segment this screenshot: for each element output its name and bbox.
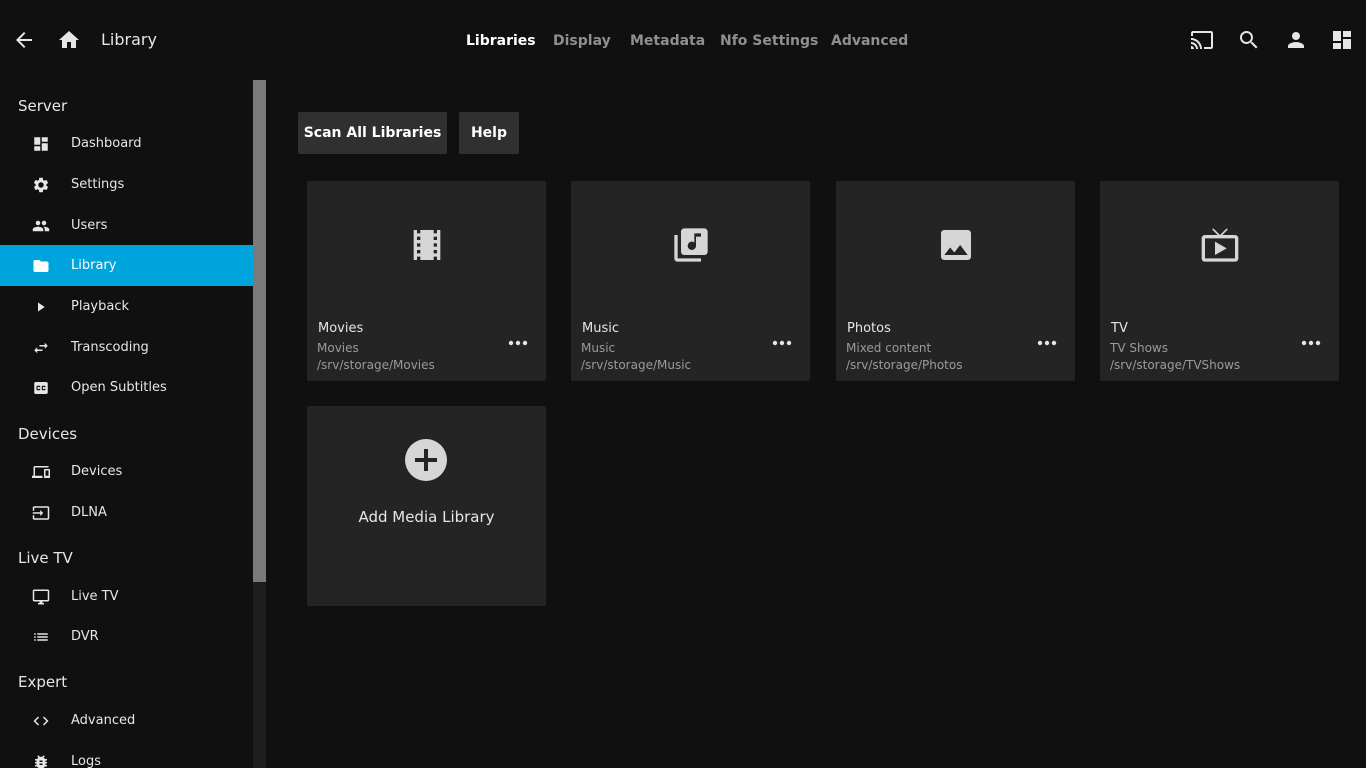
sidebar-item-label: Settings: [71, 176, 125, 192]
library-name: TV: [1111, 321, 1128, 336]
library-type: TV Shows: [1110, 341, 1168, 355]
swap-arrows-icon: [32, 339, 50, 357]
sidebar-item-label: Transcoding: [71, 339, 149, 355]
sidebar-item-label: Library: [71, 257, 117, 273]
people-icon: [32, 217, 50, 235]
sidebar-item-label: Devices: [71, 463, 123, 479]
devices-icon: [32, 463, 50, 481]
sidebar-item-label: Open Subtitles: [71, 379, 167, 395]
film-icon: [307, 225, 546, 265]
tab-display[interactable]: Display: [553, 31, 611, 51]
library-path: /srv/storage/TVShows: [1110, 358, 1241, 372]
play-icon: [32, 298, 50, 316]
library-type: Movies: [317, 341, 359, 355]
library-path: /srv/storage/Music: [581, 358, 692, 372]
sidebar-item-label: Dashboard: [71, 135, 142, 151]
sidebar-item-live-tv[interactable]: Live TV: [0, 576, 253, 617]
gear-icon: [32, 176, 50, 194]
input-icon: [32, 504, 50, 522]
tab-advanced[interactable]: Advanced: [831, 31, 908, 51]
more-options-icon[interactable]: [1037, 336, 1057, 350]
user-icon[interactable]: [1284, 28, 1308, 52]
section-title-devices: Devices: [18, 425, 78, 443]
tab-libraries[interactable]: Libraries: [466, 31, 536, 51]
sidebar-item-logs[interactable]: Logs: [0, 741, 253, 768]
sidebar-item-playback[interactable]: Playback: [0, 286, 253, 327]
tv-icon: [1100, 225, 1339, 265]
list-icon: [32, 628, 50, 646]
closed-caption-icon: [32, 379, 50, 397]
page-title: Library: [101, 30, 157, 49]
code-icon: [32, 712, 50, 730]
app-header: Library Libraries Display Metadata Nfo S…: [0, 0, 1366, 80]
help-button[interactable]: Help: [459, 112, 519, 154]
cast-icon[interactable]: [1190, 28, 1214, 52]
sidebar-item-dashboard[interactable]: Dashboard: [0, 123, 253, 164]
sidebar-item-users[interactable]: Users: [0, 205, 253, 246]
library-card-music[interactable]: Music Music /srv/storage/Music: [571, 181, 810, 381]
tab-metadata[interactable]: Metadata: [630, 31, 705, 51]
add-media-library-label: Add Media Library: [358, 508, 495, 526]
sidebar-item-label: Live TV: [71, 588, 119, 604]
folder-icon: [32, 257, 50, 275]
sidebar-item-dvr[interactable]: DVR: [0, 616, 253, 657]
scan-all-libraries-button[interactable]: Scan All Libraries: [298, 112, 447, 154]
sidebar-scrollbar-thumb[interactable]: [253, 80, 266, 582]
sidebar-item-transcoding[interactable]: Transcoding: [0, 327, 253, 368]
back-arrow-icon[interactable]: [12, 28, 36, 52]
sidebar-item-label: DVR: [71, 628, 99, 644]
library-card-movies[interactable]: Movies Movies /srv/storage/Movies: [307, 181, 546, 381]
more-options-icon[interactable]: [1301, 336, 1321, 350]
library-type: Music: [581, 341, 616, 355]
sidebar-item-label: Advanced: [71, 712, 136, 728]
sidebar: Server Dashboard Settings Users Library …: [0, 80, 266, 768]
monitor-icon: [32, 588, 50, 606]
sidebar-item-settings[interactable]: Settings: [0, 164, 253, 205]
sidebar-item-advanced[interactable]: Advanced: [0, 700, 253, 741]
sidebar-item-dlna[interactable]: DLNA: [0, 492, 253, 533]
dashboard-icon[interactable]: [1330, 28, 1354, 52]
library-type: Mixed content: [846, 341, 932, 355]
home-icon[interactable]: [57, 28, 81, 52]
add-media-library-card[interactable]: Add Media Library: [307, 406, 546, 606]
library-name: Movies: [318, 321, 364, 336]
sidebar-item-label: Logs: [71, 753, 101, 768]
library-path: /srv/storage/Photos: [846, 358, 963, 372]
sidebar-item-library[interactable]: Library: [0, 245, 253, 286]
sidebar-item-label: Playback: [71, 298, 130, 314]
dashboard-icon: [32, 135, 50, 153]
more-options-icon[interactable]: [772, 336, 792, 350]
library-name: Music: [582, 321, 619, 336]
add-circle-icon: [405, 439, 447, 481]
more-options-icon[interactable]: [508, 336, 528, 350]
music-library-icon: [571, 225, 810, 265]
sidebar-item-label: DLNA: [71, 504, 107, 520]
section-title-server: Server: [18, 97, 68, 115]
sidebar-item-label: Users: [71, 217, 108, 233]
sidebar-item-open-subtitles[interactable]: Open Subtitles: [0, 367, 253, 408]
bug-icon: [32, 753, 50, 768]
section-title-live-tv: Live TV: [18, 549, 73, 567]
search-icon[interactable]: [1237, 28, 1261, 52]
library-card-photos[interactable]: Photos Mixed content /srv/storage/Photos: [836, 181, 1075, 381]
tab-nfo-settings[interactable]: Nfo Settings: [720, 31, 818, 51]
library-name: Photos: [847, 321, 891, 336]
photo-icon: [836, 225, 1075, 265]
section-title-expert: Expert: [18, 673, 68, 691]
sidebar-item-devices[interactable]: Devices: [0, 451, 253, 492]
library-card-tv[interactable]: TV TV Shows /srv/storage/TVShows: [1100, 181, 1339, 381]
library-path: /srv/storage/Movies: [317, 358, 435, 372]
